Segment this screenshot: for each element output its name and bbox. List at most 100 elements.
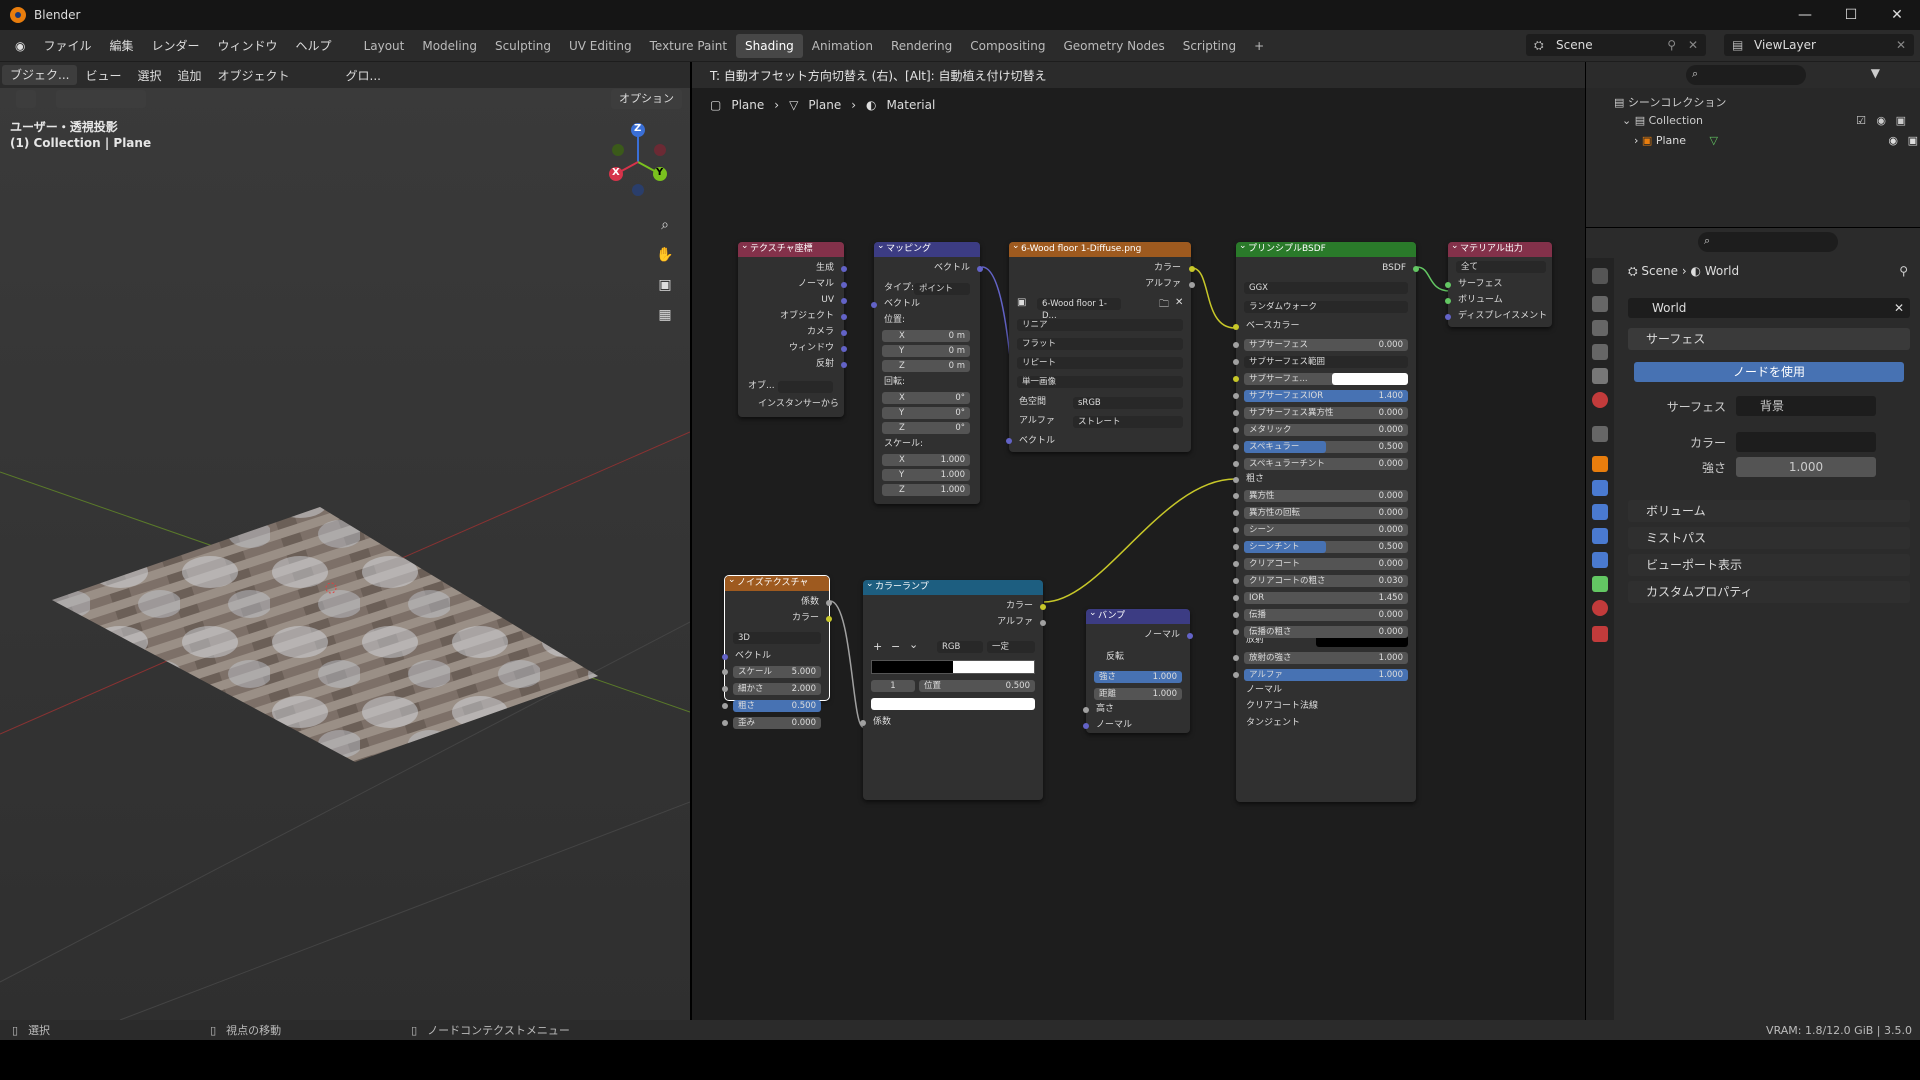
use-nodes-button[interactable]: ノードを使用	[1634, 362, 1904, 382]
ramp-menu-button[interactable]: ⌄	[909, 638, 918, 651]
properties-editor[interactable]: ⌕ ⛭ Scene › ◐ World ⚲ World ✕ サーフェス ノードを使…	[1586, 228, 1920, 1020]
node-image-texture[interactable]: 6-Wood floor 1-Diffuse.png カラー アルファ 6-Wo…	[1006, 239, 1195, 452]
3d-viewport[interactable]: ブジェク... ビュー 選択 追加 オブジェクト グロ... オプション ユーザ…	[0, 62, 690, 1020]
scene-tab-icon[interactable]	[1592, 368, 1608, 384]
collection-tab-icon[interactable]	[1592, 426, 1608, 442]
constraints-tab-icon[interactable]	[1592, 552, 1608, 568]
camera-icon[interactable]: ▣	[652, 272, 678, 298]
visibility-eye-icon[interactable]: ◉	[1876, 114, 1886, 127]
node-material-output[interactable]: マテリアル出力 全て サーフェス ボリューム ディスプレイスメント	[1445, 239, 1552, 327]
noise-field[interactable]: スケール 5.000	[722, 666, 821, 678]
add-stop-button[interactable]: +	[873, 640, 882, 653]
target-dropdown[interactable]: 全て	[1456, 261, 1546, 273]
bsdf-field[interactable]: サブサーフェス異方性 0.000	[1233, 407, 1408, 419]
transform-orientation-dropdown[interactable]: グロ...	[338, 67, 389, 84]
bsdf-field[interactable]: 伝播 0.000	[1233, 609, 1408, 621]
axis-gizmo[interactable]: Z Y X	[602, 118, 672, 198]
outliner-row-plane[interactable]: › ▣ Plane ▽ ◉ ▣	[1634, 134, 1918, 147]
world-close-icon[interactable]: ✕	[1894, 298, 1904, 318]
menu-render[interactable]: レンダー	[143, 37, 209, 54]
projection-dropdown[interactable]: フラット	[1017, 338, 1183, 350]
source-dropdown[interactable]: 単一画像	[1017, 376, 1183, 388]
panel-header[interactable]: ビューポート表示	[1628, 554, 1910, 576]
minimize-button[interactable]: —	[1782, 0, 1828, 30]
render-tab-icon[interactable]	[1592, 296, 1608, 312]
options-dropdown[interactable]: オプション	[611, 89, 682, 109]
texture-tab-icon[interactable]	[1592, 626, 1608, 642]
node-texture-coordinate[interactable]: テクスチャ座標 生成 ノーマル UV オブジェクト カメラ ウィンドウ 反射 オ…	[738, 239, 847, 417]
zoom-icon[interactable]: ⌕	[652, 212, 678, 238]
stop-position-field[interactable]: 位置 0.500	[919, 680, 1035, 692]
color-swatch[interactable]	[1332, 373, 1408, 385]
bsdf-field[interactable]: スペキュラー 0.500	[1233, 441, 1408, 453]
node-bump[interactable]: バンプ ノーマル 反転 強さ1.000 距離1.000 高さ ノーマル	[1083, 606, 1193, 733]
bsdf-field[interactable]: シーンチント 0.500	[1233, 541, 1408, 553]
pin-icon[interactable]: ⚲	[1899, 264, 1908, 278]
strength-field[interactable]: 1.000	[1736, 457, 1876, 477]
view-layer-close-icon[interactable]: ✕	[1896, 34, 1906, 56]
from-instancer-checkbox[interactable]: インスタンサーから	[738, 398, 844, 411]
mapping-loc-field[interactable]: Z 0 m	[882, 360, 970, 372]
noise-field[interactable]: 歪み 0.000	[722, 717, 821, 729]
viewport-menu-view[interactable]: ビュー	[77, 67, 129, 84]
noise-field[interactable]: 粗さ 0.500	[722, 700, 821, 712]
mapping-scl-field[interactable]: Z 1.000	[882, 484, 970, 496]
world-selector[interactable]: World ✕	[1628, 298, 1910, 318]
noise-field[interactable]: 細かさ 2.000	[722, 683, 821, 695]
select-mode-icons[interactable]	[56, 90, 146, 108]
bsdf-field[interactable]: 異方性の回転 0.000	[1233, 507, 1408, 519]
material-tab-icon[interactable]	[1592, 600, 1608, 616]
mode-dropdown[interactable]: ブジェク...	[2, 65, 78, 85]
workspace-tab[interactable]: Geometry Nodes	[1054, 34, 1173, 58]
panel-header[interactable]: カスタムプロパティ	[1628, 581, 1910, 603]
scene-close-icon[interactable]: ✕	[1688, 34, 1698, 56]
render-camera-icon[interactable]: ▣	[1908, 134, 1918, 147]
surface-shader-field[interactable]: 背景	[1736, 396, 1876, 416]
surface-panel-header[interactable]: サーフェス	[1628, 328, 1910, 350]
bsdf-field[interactable]: スペキュラーチント 0.000	[1233, 458, 1408, 470]
bsdf-field[interactable]: 放射の強さ 1.000	[1233, 652, 1408, 664]
workspace-tab[interactable]: Modeling	[413, 34, 486, 58]
outliner-row-scene-collection[interactable]: ▤ シーンコレクション	[1614, 94, 1726, 110]
workspace-tab[interactable]: Layout	[355, 34, 414, 58]
dimensions-dropdown[interactable]: 3D	[733, 632, 821, 644]
mapping-rot-field[interactable]: Y 0°	[882, 407, 970, 419]
workspace-tab[interactable]: Compositing	[961, 34, 1054, 58]
outliner-search[interactable]: ⌕	[1686, 65, 1806, 85]
interpolation-dropdown[interactable]: リニア	[1017, 319, 1183, 331]
interpolation-dropdown[interactable]: 一定	[987, 641, 1035, 653]
node-principled-bsdf[interactable]: プリンシプルBSDF BSDF GGX ランダムウォーク ベースカラー 粗さ 放…	[1233, 239, 1419, 802]
mapping-scl-field[interactable]: Y 1.000	[882, 469, 970, 481]
color-mode-dropdown[interactable]: RGB	[937, 641, 983, 653]
viewport-menu-select[interactable]: 選択	[129, 67, 169, 84]
shader-node-editor[interactable]: T: 自動オフセット方向切替え (右)、[Alt]: 自動植え付け切替え ▢ P…	[692, 62, 1585, 1020]
node-mapping[interactable]: マッピング ベクトル タイプ: ポイント ベクトル 位置: 回転: スケール: …	[871, 239, 983, 504]
bsdf-field[interactable]: アルファ 1.000	[1233, 669, 1408, 681]
close-button[interactable]: ✕	[1874, 0, 1920, 30]
workspace-tab[interactable]: Sculpting	[486, 34, 560, 58]
object-tab-icon[interactable]	[1592, 456, 1608, 472]
stop-color-swatch[interactable]	[871, 698, 1035, 710]
image-folder-icon[interactable]: 🗀	[1159, 297, 1169, 314]
viewport-menu-add[interactable]: 追加	[169, 67, 209, 84]
visibility-eye-icon[interactable]: ◉	[1888, 134, 1898, 147]
grid-view-icon[interactable]: ▦	[652, 302, 678, 328]
data-tab-icon[interactable]	[1592, 576, 1608, 592]
menu-file[interactable]: ファイル	[34, 37, 100, 54]
panel-header[interactable]: ボリューム	[1628, 500, 1910, 522]
bsdf-field[interactable]: IOR 1.450	[1233, 592, 1408, 604]
particles-tab-icon[interactable]	[1592, 504, 1608, 520]
image-file-selector[interactable]: 6-Wood floor 1-D...	[1037, 298, 1121, 321]
bsdf-field[interactable]: シーン 0.000	[1233, 524, 1408, 536]
filter-icon[interactable]: ▼	[1871, 66, 1880, 80]
bsdf-field[interactable]: サブサーフェス範囲	[1233, 356, 1408, 368]
viewport-menu-object[interactable]: オブジェクト	[210, 67, 298, 84]
image-unlink-icon[interactable]: ✕	[1175, 297, 1183, 308]
menu-window[interactable]: ウィンドウ	[209, 37, 287, 54]
select-tool-icon[interactable]	[16, 90, 36, 108]
workspace-tab[interactable]: UV Editing	[560, 34, 641, 58]
world-tab-icon[interactable]	[1592, 392, 1608, 408]
scene-pin-icon[interactable]: ⚲	[1667, 34, 1676, 56]
bsdf-field[interactable]: クリアコート 0.000	[1233, 558, 1408, 570]
pan-hand-icon[interactable]: ✋	[652, 242, 678, 268]
